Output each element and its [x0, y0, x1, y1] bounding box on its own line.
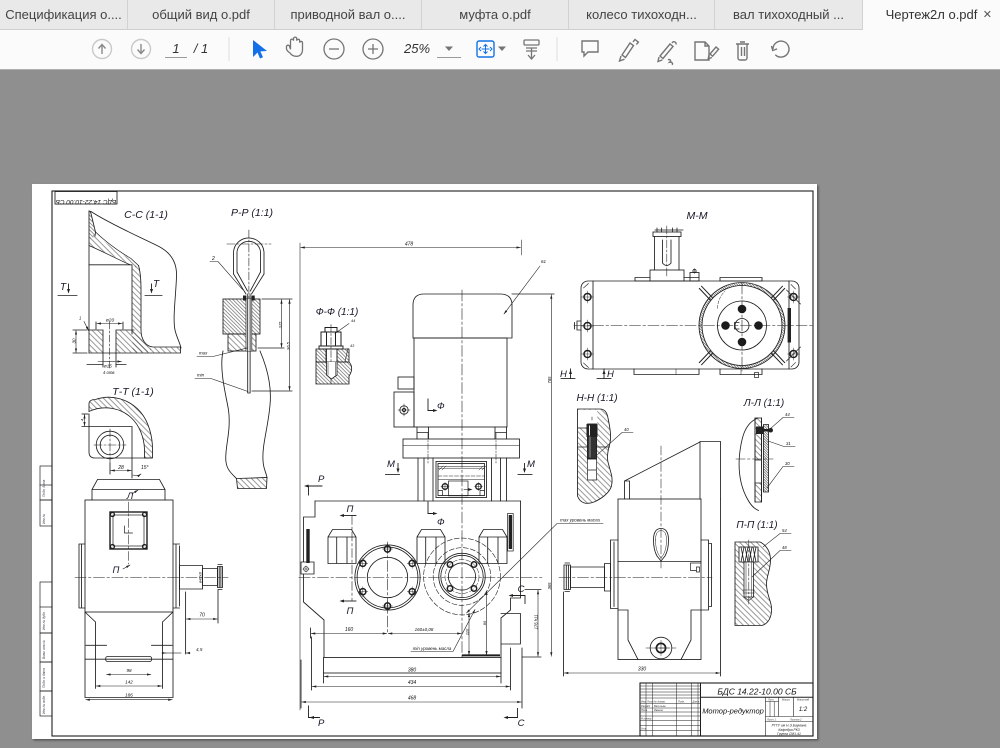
svg-text:С: С: [518, 584, 525, 595]
svg-text:max уровень масла: max уровень масла: [560, 518, 600, 523]
svg-text:П: П: [347, 504, 354, 515]
svg-text:176 h11: 176 h11: [534, 615, 539, 630]
svg-text:Н.контр.: Н.контр.: [641, 717, 652, 721]
svg-text:С: С: [518, 718, 525, 729]
svg-text:Лист 1: Лист 1: [766, 718, 776, 722]
svg-text:М: М: [387, 459, 395, 470]
svg-text:Н: Н: [607, 369, 614, 380]
svg-text:43: 43: [350, 344, 355, 348]
svg-text:4,5: 4,5: [196, 647, 203, 652]
svg-text:48: 48: [782, 545, 787, 550]
svg-text:№ докум.: № докум.: [654, 700, 666, 704]
svg-text:Подп. дата: Подп. дата: [42, 479, 46, 497]
svg-text:1:2: 1:2: [799, 707, 808, 713]
svg-text:40: 40: [624, 427, 629, 432]
svg-text:25%: 25%: [403, 41, 430, 56]
svg-text:110: 110: [465, 628, 470, 635]
svg-text:1: 1: [172, 41, 179, 56]
svg-text:ø42к6: ø42к6: [198, 571, 203, 583]
svg-text:Инв.№: Инв.№: [42, 513, 46, 524]
svg-text:Разраб.: Разраб.: [641, 704, 651, 708]
svg-text:Взам. инв.№: Взам. инв.№: [42, 640, 46, 659]
svg-text:30: 30: [72, 338, 77, 344]
svg-text:330: 330: [638, 667, 647, 673]
svg-text:142: 142: [125, 680, 133, 685]
svg-text:785: 785: [547, 376, 552, 384]
svg-text:Ф: Ф: [437, 517, 445, 528]
svg-text:98: 98: [126, 668, 132, 673]
svg-text:Л-Л (1:1): Л-Л (1:1): [743, 398, 784, 409]
svg-text:Пров.: Пров.: [641, 708, 648, 712]
svg-text:min уровень масла: min уровень масла: [413, 646, 452, 651]
svg-text:П: П: [347, 606, 354, 617]
svg-text:П: П: [113, 565, 120, 576]
svg-text:М: М: [527, 459, 535, 470]
svg-text:54: 54: [782, 528, 787, 533]
svg-text:П-П (1:1): П-П (1:1): [736, 520, 777, 531]
svg-text:Р: Р: [318, 474, 325, 485]
svg-text:Инв.№ подл.: Инв.№ подл.: [42, 695, 46, 714]
svg-text:min: min: [197, 373, 205, 378]
svg-text:2: 2: [211, 256, 215, 262]
svg-text:Масса: Масса: [782, 698, 790, 702]
svg-text:Копировал: Копировал: [718, 739, 734, 740]
svg-text:РГТУ им Н.Э.Баумана: РГТУ им Н.Э.Баумана: [772, 724, 807, 728]
svg-text:160: 160: [345, 627, 354, 633]
svg-text:Т: Т: [60, 282, 67, 293]
svg-text:Дата: Дата: [692, 700, 700, 704]
svg-text:Инв.№ дубл.: Инв.№ дубл.: [42, 611, 46, 630]
svg-text:96,5: 96,5: [286, 341, 291, 350]
svg-text:С-С (1-1): С-С (1-1): [124, 209, 168, 221]
svg-text:Т-Т (1-1): Т-Т (1-1): [112, 386, 153, 398]
svg-text:70: 70: [199, 613, 205, 619]
svg-text:160±0,08: 160±0,08: [415, 627, 434, 632]
svg-text:Р: Р: [318, 718, 325, 729]
svg-text:Н-Н (1:1): Н-Н (1:1): [576, 393, 617, 404]
svg-text:61: 61: [541, 259, 547, 264]
svg-text:468: 468: [408, 696, 417, 702]
svg-text:31: 31: [786, 441, 791, 446]
svg-text:Т: Т: [153, 279, 160, 290]
svg-text:86: 86: [482, 620, 487, 625]
svg-text:Группа СМ1-41: Группа СМ1-41: [777, 732, 801, 736]
svg-text:Н: Н: [560, 369, 567, 380]
svg-text:БДС 14.22-10.00 СБ: БДС 14.22-10.00 СБ: [717, 687, 797, 697]
svg-text:БДС 14.22-10.00 СБ: БДС 14.22-10.00 СБ: [56, 198, 117, 205]
svg-text:/ 1: / 1: [193, 41, 208, 56]
svg-text:Ф-Ф (1:1): Ф-Ф (1:1): [316, 307, 359, 318]
svg-text:44: 44: [351, 319, 355, 323]
svg-text:478: 478: [405, 242, 414, 248]
svg-text:4: 4: [80, 418, 85, 421]
svg-text:186: 186: [125, 693, 133, 698]
svg-text:Ф: Ф: [437, 401, 445, 412]
svg-text:15°: 15°: [141, 465, 149, 471]
svg-text:Васильев: Васильев: [654, 704, 666, 708]
svg-text:Утв.: Утв.: [641, 727, 647, 731]
svg-text:28: 28: [117, 465, 124, 471]
svg-text:Подп.: Подп.: [678, 700, 685, 704]
svg-text:434: 434: [408, 680, 417, 686]
svg-text:4 отв: 4 отв: [103, 370, 115, 375]
svg-text:Р-Р (1:1): Р-Р (1:1): [231, 207, 273, 219]
svg-text:Формат А1: Формат А1: [788, 739, 806, 740]
svg-text:380: 380: [408, 668, 417, 674]
svg-text:ø15: ø15: [104, 364, 112, 369]
svg-text:315: 315: [278, 321, 283, 328]
svg-text:max: max: [199, 351, 208, 356]
svg-text:М-М: М-М: [687, 210, 708, 222]
svg-text:Листов 2: Листов 2: [789, 718, 802, 722]
svg-text:44: 44: [785, 412, 790, 417]
svg-text:Иванов: Иванов: [654, 708, 663, 712]
svg-text:Изм: Изм: [641, 700, 646, 704]
svg-text:Мотор-редуктор: Мотор-редуктор: [702, 707, 764, 716]
svg-text:Лит.: Лит.: [767, 698, 774, 702]
svg-text:Подп. и дата: Подп. и дата: [42, 668, 46, 688]
svg-text:Масштаб: Масштаб: [797, 698, 810, 702]
svg-text:365: 365: [547, 582, 552, 590]
svg-text:30: 30: [785, 461, 790, 466]
svg-text:1: 1: [79, 316, 81, 321]
svg-text:ø20: ø20: [106, 318, 115, 324]
